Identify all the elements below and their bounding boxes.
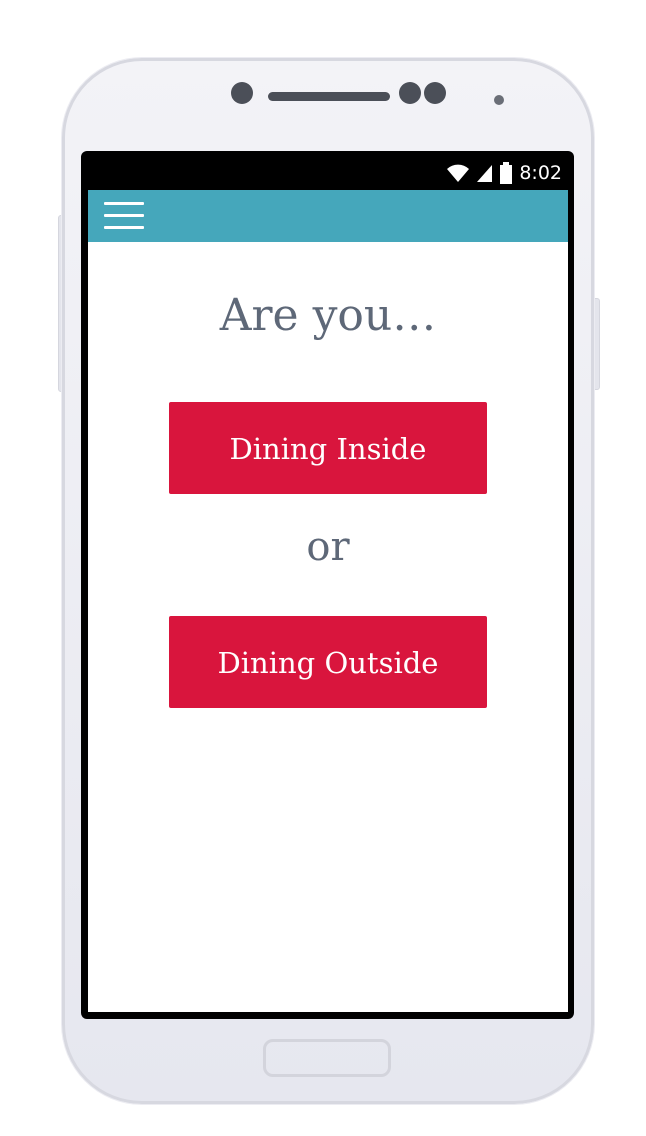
home-button[interactable] bbox=[263, 1039, 391, 1077]
camera-icon bbox=[231, 82, 253, 104]
sensor-icon bbox=[494, 95, 504, 105]
hamburger-menu-icon[interactable] bbox=[104, 200, 144, 232]
sensor-icon bbox=[399, 82, 421, 104]
battery-icon bbox=[500, 162, 513, 184]
main-content: Are you… Dining Inside or Dining Outside bbox=[88, 242, 568, 1012]
wifi-icon bbox=[447, 164, 470, 182]
dining-inside-button[interactable]: Dining Inside bbox=[169, 402, 487, 494]
signal-icon bbox=[477, 165, 493, 182]
app-bar bbox=[88, 190, 568, 242]
status-time: 8:02 bbox=[519, 162, 562, 184]
page-title: Are you… bbox=[219, 290, 437, 341]
separator-text: or bbox=[306, 524, 350, 570]
status-bar: 8:02 bbox=[88, 156, 568, 190]
speaker-icon bbox=[268, 92, 390, 101]
sensor-icon bbox=[424, 82, 446, 104]
dining-outside-button[interactable]: Dining Outside bbox=[169, 616, 487, 708]
